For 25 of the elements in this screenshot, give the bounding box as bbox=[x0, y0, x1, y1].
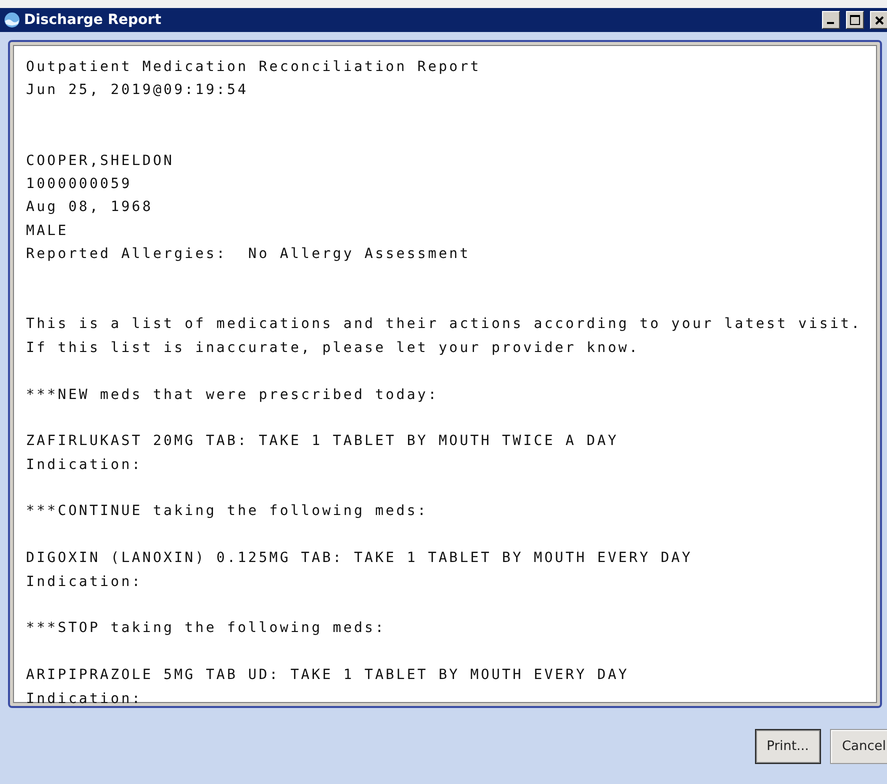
report-line: COOPER,SHELDON bbox=[26, 152, 174, 171]
report-line: MALE bbox=[26, 222, 68, 241]
cancel-button[interactable]: Cancel bbox=[830, 729, 887, 764]
report-line: Aug 08, 1968 bbox=[26, 198, 153, 218]
app-icon bbox=[4, 12, 20, 28]
minimize-icon[interactable] bbox=[822, 11, 840, 29]
report-line: ZAFIRLUKAST 20MG TAB: TAKE 1 TABLET BY MOUTH TWICE A DAY bbox=[26, 432, 618, 452]
report-line: This is a list of medications and their actions according to your latest visit. bbox=[26, 315, 862, 334]
report-line: Outpatient Medication Reconciliation Report bbox=[26, 58, 481, 77]
report-line: Indication: bbox=[26, 572, 142, 592]
maximize-icon[interactable] bbox=[846, 11, 864, 29]
report-line: ***NEW meds that were prescribed today: bbox=[26, 386, 439, 404]
report-line: Indication: bbox=[26, 456, 142, 475]
report-line: ***STOP taking the following meds: bbox=[26, 619, 386, 638]
report-line: ARIPIPRAZOLE 5MG TAB UD: TAKE 1 TABLET BY MOUTH EVERY DAY bbox=[26, 666, 629, 686]
report-line: If this list is inaccurate, please let your provider know. bbox=[26, 338, 640, 358]
report-line: Jun 25, 2019@09:19:54 bbox=[26, 81, 248, 100]
report-line: 1000000059 bbox=[26, 174, 132, 194]
report-line: DIGOXIN (LANOXIN) 0.125MG TAB: TAKE 1 TABLET BY MOUTH EVERY DAY bbox=[26, 549, 692, 568]
report-line: ***CONTINUE taking the following meds: bbox=[26, 502, 428, 522]
report-line: Reported Allergies: No Allergy Assessment bbox=[26, 245, 470, 264]
window-title: Discharge Report bbox=[24, 12, 162, 28]
close-icon[interactable] bbox=[870, 11, 887, 29]
print-button[interactable]: Print... bbox=[754, 729, 821, 764]
report-line: Indication: bbox=[26, 690, 142, 709]
